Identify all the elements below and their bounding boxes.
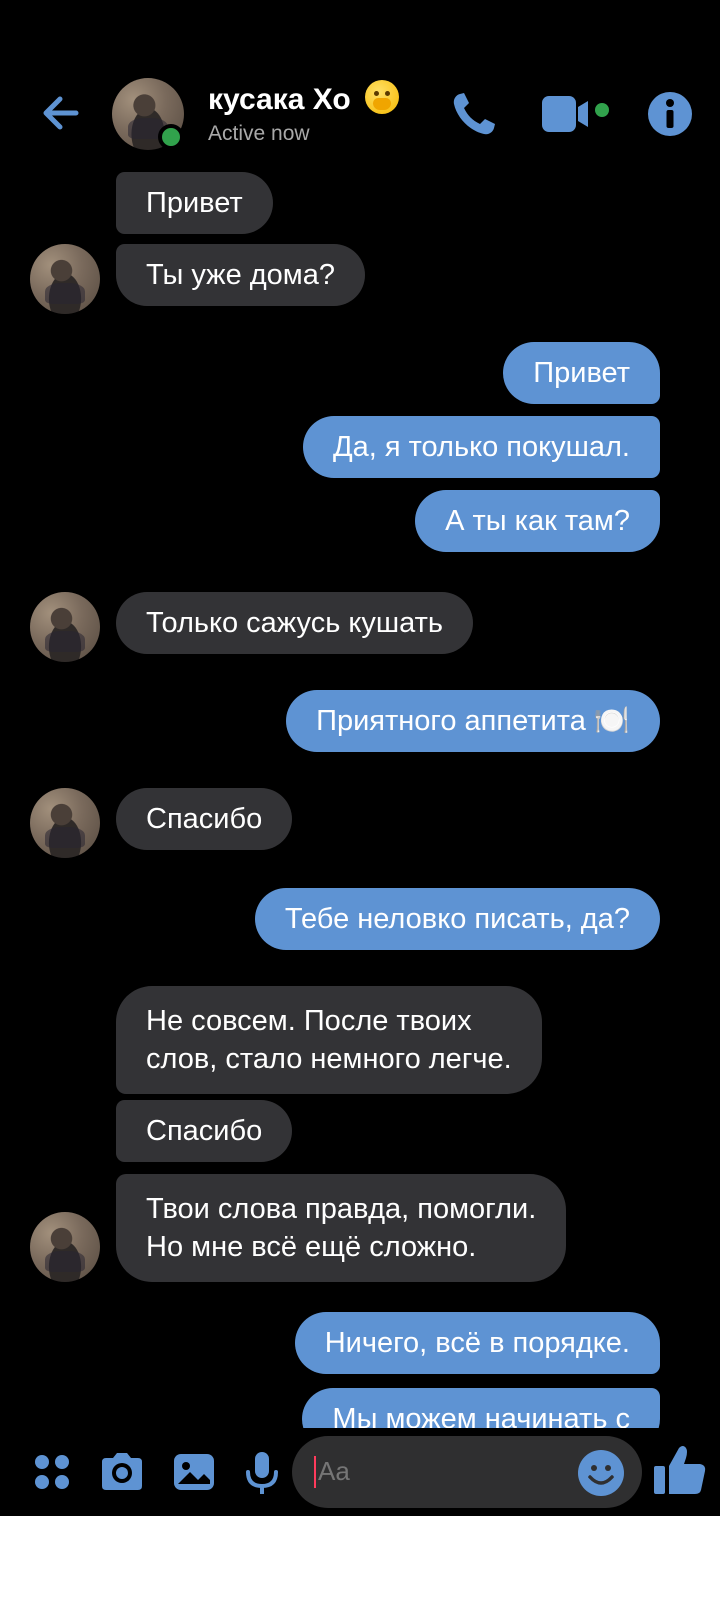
contact-avatar-small[interactable] [30,788,100,858]
hand-over-mouth-emoji-icon [365,80,400,114]
message-input-box[interactable] [292,1436,642,1508]
incoming-message[interactable]: Ты уже дома? [116,244,365,306]
incoming-message[interactable]: Спасибо [116,1100,293,1162]
contact-avatar-small[interactable] [30,1212,100,1282]
online-indicator [158,124,184,150]
contact-name-text: кусака Хо [208,83,351,116]
apps-icon[interactable] [24,1444,80,1500]
incoming-message[interactable]: Твои слова правда, помогли. Но мне всё е… [116,1174,567,1282]
contact-avatar-small[interactable] [30,592,100,662]
contact-avatar-small[interactable] [30,244,100,314]
chat-screen: кусака Хо Active now Привет Ты уже дома?… [0,0,720,1516]
outgoing-message[interactable]: Привет [503,342,660,404]
microphone-icon[interactable] [234,1444,290,1500]
gallery-icon[interactable] [166,1444,222,1500]
outgoing-message[interactable]: Мы можем начинать с [302,1388,660,1428]
incoming-message[interactable]: Не совсем. После твоих слов, стало немно… [116,986,542,1094]
outgoing-message[interactable]: Тебе неловко писать, да? [254,888,660,950]
active-status: Active now [208,122,310,145]
video-camera-icon[interactable] [542,90,632,138]
outgoing-message[interactable]: Приятного аппетита 🍽️ [286,690,660,752]
blank-area [0,1516,720,1600]
camera-icon[interactable] [94,1444,150,1500]
emoji-icon[interactable] [576,1448,626,1498]
message-input[interactable] [318,1456,558,1487]
incoming-message[interactable]: Только сажусь кушать [116,592,474,654]
chat-header: кусака Хо Active now [0,60,720,170]
incoming-message[interactable]: Привет [116,172,273,234]
outgoing-message[interactable]: Ничего, всё в порядке. [294,1312,660,1374]
outgoing-message[interactable]: А ты как там? [415,490,660,552]
info-icon[interactable] [642,86,698,142]
contact-name[interactable]: кусака Хо [208,80,400,117]
thumbs-up-icon[interactable] [652,1440,710,1500]
incoming-message[interactable]: Спасибо [116,788,293,850]
text-caret [314,1456,316,1488]
phone-icon[interactable] [446,86,502,142]
message-composer [0,1430,720,1516]
outgoing-message[interactable]: Да, я только покушал. [302,416,660,478]
message-clip: Мы можем начинать с [0,1388,720,1428]
back-arrow-icon[interactable] [36,86,90,140]
